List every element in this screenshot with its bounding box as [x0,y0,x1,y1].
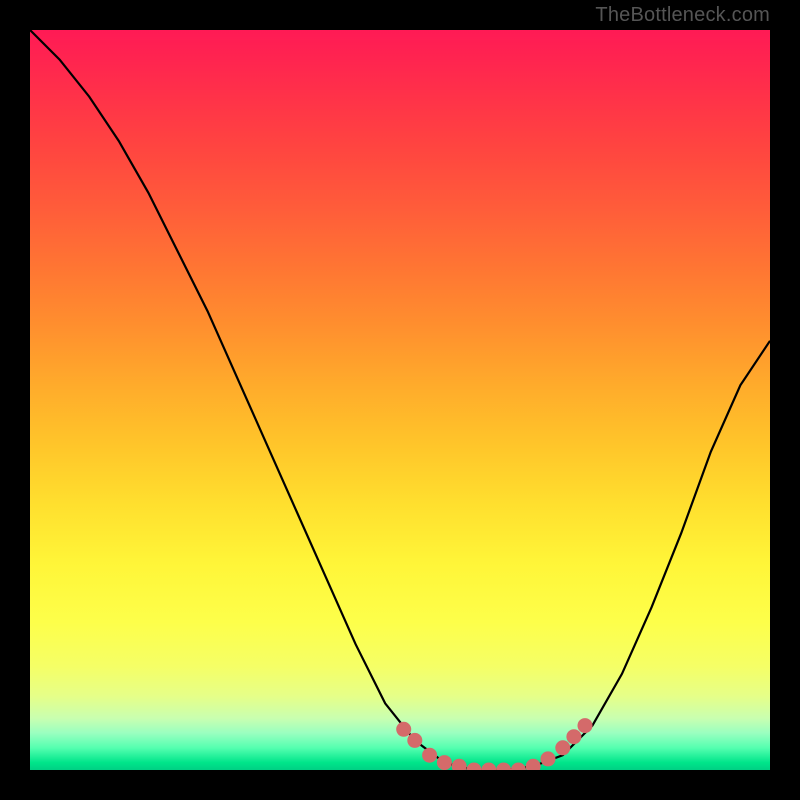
curve-marker [511,763,526,771]
curve-marker [566,729,581,744]
curve-marker [481,763,496,771]
curve-marker [396,722,411,737]
curve-marker [422,748,437,763]
curve-marker [407,733,422,748]
curve-marker [541,751,556,766]
chart-plot-area [30,30,770,770]
curve-marker [555,740,570,755]
curve-marker [578,718,593,733]
curve-marker [452,759,467,770]
curve-marker [526,759,541,770]
curve-marker [496,763,511,771]
attribution-text: TheBottleneck.com [595,4,770,27]
curve-marker [437,755,452,770]
bottleneck-curve [30,30,770,770]
curve-marker [467,763,482,771]
